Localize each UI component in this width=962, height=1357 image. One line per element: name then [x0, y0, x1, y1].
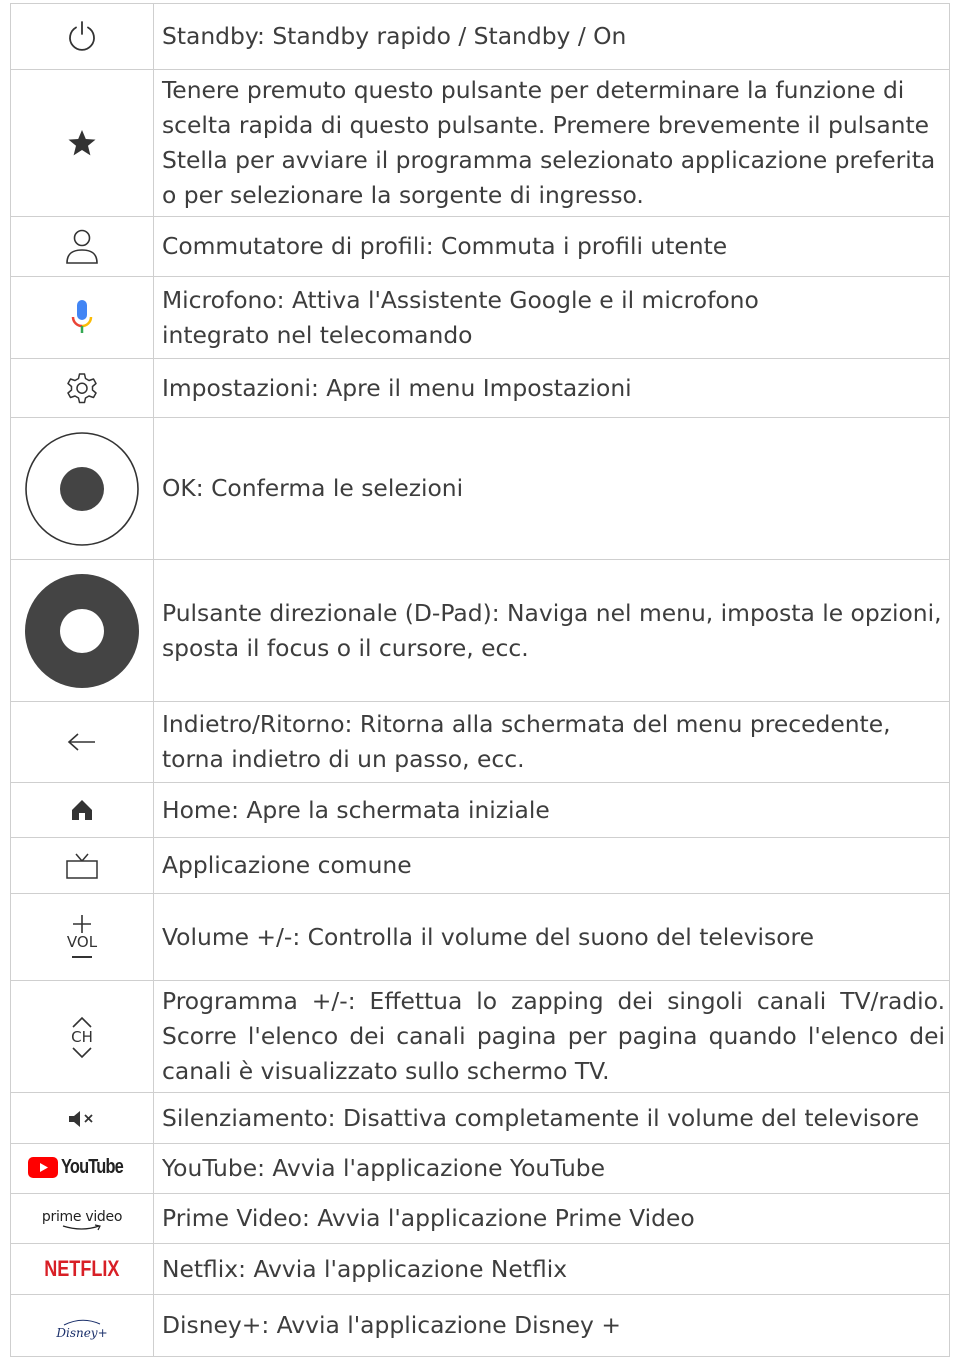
table-row: prime video Prime Video: Avvia l'applica…: [10, 1193, 950, 1244]
disney-plus-logo: Disney+: [56, 1318, 108, 1340]
row-description: Applicazione comune: [153, 837, 950, 894]
row-description: Impostazioni: Apre il menu Impostazioni: [153, 358, 950, 418]
icon-cell: [10, 276, 154, 359]
table-row: Silenziamento: Disattiva completamente i…: [10, 1092, 950, 1144]
icon-cell: NETFLIX: [10, 1243, 154, 1295]
icon-cell: [10, 559, 154, 702]
chevron-down-icon: [72, 1046, 92, 1058]
volume-icon: VOL: [67, 914, 97, 961]
icon-cell: prime video: [10, 1193, 154, 1244]
profile-icon: [66, 229, 98, 264]
table-row: OK: Conferma le selezioni: [10, 417, 950, 560]
icon-cell: [10, 782, 154, 838]
youtube-play-icon: [27, 1156, 58, 1178]
netflix-logo: NETFLIX: [44, 1256, 120, 1281]
icon-cell: [10, 417, 154, 560]
dpad-icon: [25, 573, 139, 688]
tv-icon: [66, 853, 98, 879]
table-row: Pulsante direzionale (D-Pad): Naviga nel…: [10, 559, 950, 702]
table-row: Microfono: Attiva l'Assistente Google e …: [10, 276, 950, 359]
table-row: Commutatore di profili: Commuta i profil…: [10, 216, 950, 277]
prime-video-logo: prime video: [42, 1210, 122, 1232]
disney-plus-wordmark: Disney+: [56, 1326, 108, 1340]
star-icon: [68, 130, 96, 156]
channel-label: CH: [71, 1027, 93, 1046]
row-description: Microfono: Attiva l'Assistente Google e …: [153, 276, 950, 359]
row-description: Standby: Standby rapido / Standby / On: [153, 3, 950, 70]
microphone-icon: [71, 299, 93, 333]
table-row: CH Programma +/-: Effettua lo zapping de…: [10, 980, 950, 1093]
icon-cell: Disney+: [10, 1294, 154, 1357]
table-row: Home: Apre la schermata iniziale: [10, 782, 950, 838]
chevron-up-icon: [72, 1016, 92, 1028]
prime-smile-icon: [62, 1223, 101, 1230]
table-row: VOL Volume +/-: Controlla il volume del …: [10, 893, 950, 981]
row-description: Indietro/Ritorno: Ritorna alla schermata…: [153, 701, 950, 783]
gear-icon: [67, 373, 97, 404]
icon-cell: [10, 1092, 154, 1144]
row-description: Commutatore di profili: Commuta i profil…: [153, 216, 950, 277]
row-description: Silenziamento: Disattiva completamente i…: [153, 1092, 950, 1144]
row-description: Tenere premuto questo pulsante per deter…: [153, 69, 950, 217]
table-row: NETFLIX Netflix: Avvia l'applicazione Ne…: [10, 1243, 950, 1295]
disney-arc-icon: [63, 1319, 101, 1326]
icon-cell: [10, 216, 154, 277]
power-icon: [69, 20, 95, 51]
table-row: YouTube YouTube: Avvia l'applicazione Yo…: [10, 1143, 950, 1194]
remote-keys-table: Standby: Standby rapido / Standby / On T…: [10, 3, 950, 1357]
volume-label: VOL: [66, 932, 98, 951]
mute-icon: [69, 1110, 93, 1127]
icon-cell: [10, 3, 154, 70]
icon-cell: [10, 69, 154, 217]
icon-cell: VOL: [10, 893, 154, 981]
back-arrow-icon: [67, 733, 95, 751]
icon-cell: [10, 701, 154, 783]
row-description: OK: Conferma le selezioni: [153, 417, 950, 560]
home-icon: [72, 800, 92, 820]
icon-cell: [10, 837, 154, 894]
table-row: Impostazioni: Apre il menu Impostazioni: [10, 358, 950, 418]
table-row: Disney+ Disney+: Avvia l'applicazione Di…: [10, 1294, 950, 1357]
plus-icon: [72, 914, 91, 933]
row-description: Programma +/-: Effettua lo zapping dei s…: [153, 980, 950, 1093]
channel-icon: CH: [71, 1015, 93, 1060]
row-description: Pulsante direzionale (D-Pad): Naviga nel…: [153, 559, 950, 702]
table-row: Standby: Standby rapido / Standby / On: [10, 3, 950, 70]
row-description: Home: Apre la schermata iniziale: [153, 782, 950, 838]
table-row: Indietro/Ritorno: Ritorna alla schermata…: [10, 701, 950, 783]
row-description: Disney+: Avvia l'applicazione Disney +: [153, 1294, 950, 1357]
youtube-logo: YouTube: [27, 1155, 137, 1179]
row-description: Volume +/-: Controlla il volume del suon…: [153, 893, 950, 981]
youtube-wordmark: YouTube: [60, 1155, 124, 1178]
ok-button-icon: [25, 431, 139, 546]
icon-cell: [10, 358, 154, 418]
table-row: Tenere premuto questo pulsante per deter…: [10, 69, 950, 217]
minus-icon: [71, 955, 92, 958]
prime-video-wordmark: prime video: [41, 1208, 123, 1225]
row-description: YouTube: Avvia l'applicazione YouTube: [153, 1143, 950, 1194]
row-description: Netflix: Avvia l'applicazione Netflix: [153, 1243, 950, 1295]
icon-cell: YouTube: [10, 1143, 154, 1194]
table-row: Applicazione comune: [10, 837, 950, 894]
row-description: Prime Video: Avvia l'applicazione Prime …: [153, 1193, 950, 1244]
icon-cell: CH: [10, 980, 154, 1093]
